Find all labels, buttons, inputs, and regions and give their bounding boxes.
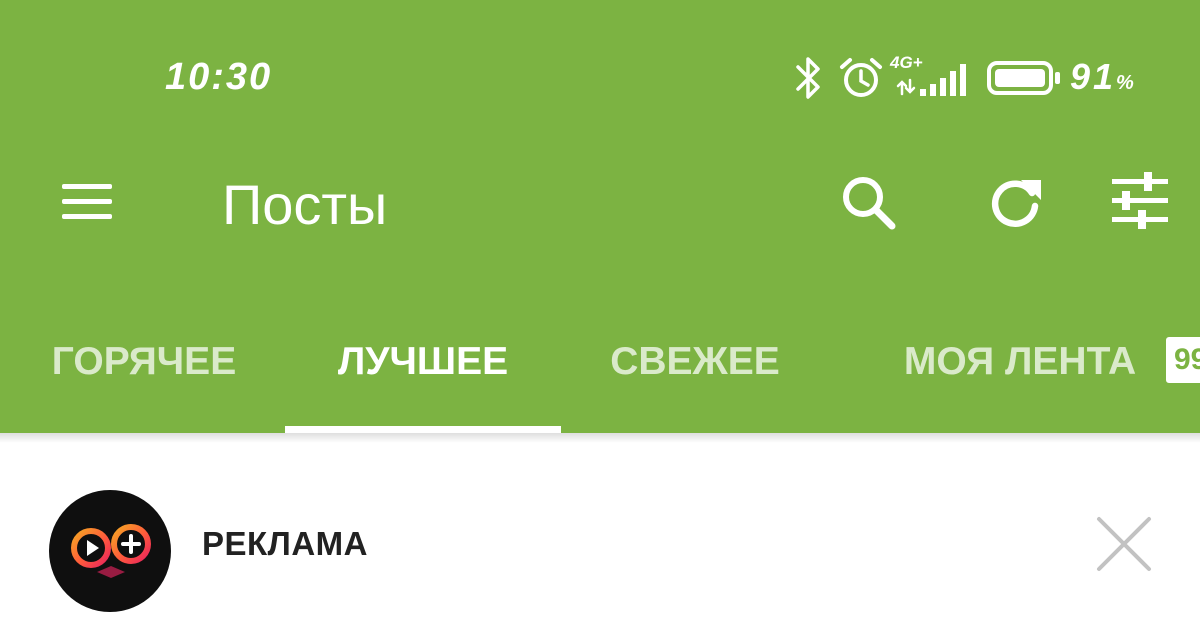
- refresh-icon[interactable]: [985, 174, 1047, 230]
- tab-hot[interactable]: ГОРЯЧЕЕ: [18, 335, 270, 395]
- alarm-clock-icon: [840, 58, 882, 97]
- tab-fresh[interactable]: СВЕЖЕЕ: [575, 335, 815, 395]
- signal-icon: [896, 64, 966, 96]
- app-bar-shadow: [0, 433, 1200, 443]
- advertiser-logo[interactable]: [49, 490, 171, 612]
- bluetooth-icon: [796, 57, 820, 99]
- menu-icon[interactable]: [58, 180, 116, 224]
- battery-percentage: 91%: [1070, 56, 1134, 98]
- advertiser-logo-mark: [71, 524, 151, 585]
- active-tab-indicator: [285, 426, 561, 433]
- battery-percentage-value: 91: [1070, 56, 1117, 97]
- page-title: Посты: [222, 173, 388, 236]
- tab-my-feed[interactable]: МОЯ ЛЕНТА: [880, 335, 1160, 395]
- status-time: 10:30: [165, 56, 273, 98]
- battery-percent-sign: %: [1116, 72, 1134, 94]
- tab-best[interactable]: ЛУЧШЕЕ: [285, 335, 561, 395]
- battery-icon: [987, 61, 1060, 95]
- search-icon[interactable]: [838, 174, 900, 230]
- tab-counter-badge: 99: [1166, 337, 1200, 383]
- app-bar: 10:30 4G+ 91% Посты ГОРЯЧЕЕ ЛУЧШЕЕ СВЕЖЕ…: [0, 0, 1200, 433]
- ad-label: РЕКЛАМА: [202, 525, 368, 562]
- close-icon[interactable]: [1096, 516, 1152, 572]
- filter-sliders-icon[interactable]: [1108, 172, 1170, 230]
